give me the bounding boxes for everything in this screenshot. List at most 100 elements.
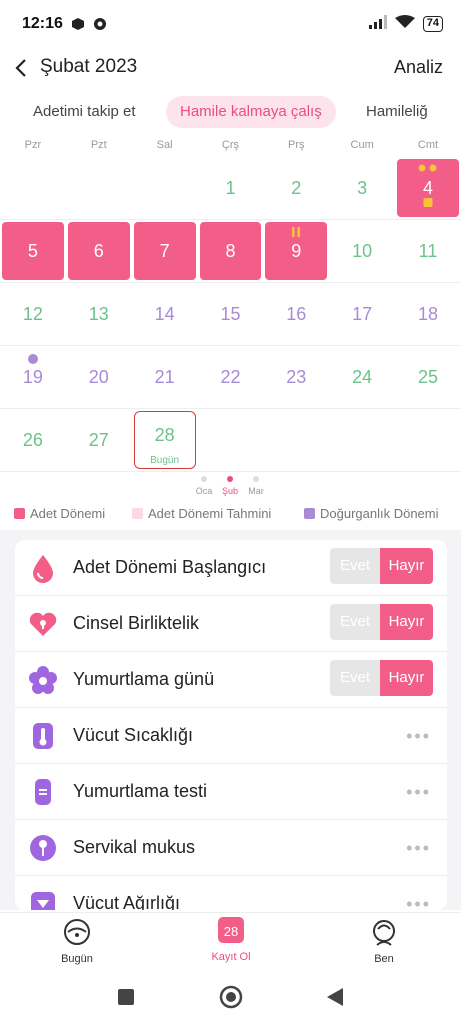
drop-icon <box>27 552 59 584</box>
calendar-day[interactable]: 22 <box>198 346 264 409</box>
no-button[interactable]: Hayır <box>380 604 433 640</box>
more-options-icon[interactable]: ••• <box>406 838 431 859</box>
weekday-label: Cmt <box>417 139 439 151</box>
signal-icon <box>368 14 387 34</box>
pause-marker-icon <box>292 227 301 240</box>
calendar-day[interactable]: 1 <box>198 157 264 220</box>
month-pager: Oca Şub Mar <box>0 472 461 502</box>
record-row[interactable]: Servikal mukus ••• <box>15 820 447 876</box>
calendar-day-ovulation[interactable]: 19 <box>0 346 66 409</box>
weekday-label: Pzr <box>24 139 42 151</box>
calendar-day[interactable]: 16 <box>263 283 329 346</box>
calendar-day-period[interactable]: 9 <box>263 220 329 283</box>
bottom-navigation: Bugün 28 Kayıt Ol Ben <box>0 912 461 972</box>
more-options-icon[interactable]: ••• <box>406 894 431 910</box>
calendar-28-icon: 28 <box>218 917 244 943</box>
calendar-day[interactable]: 10 <box>329 220 395 283</box>
calendar-day[interactable]: 17 <box>329 283 395 346</box>
note-icon <box>423 191 433 212</box>
nav-record[interactable]: 28 Kayıt Ol <box>186 917 276 963</box>
test-strip-icon <box>27 776 59 808</box>
calendar-legend: Adet Dönemi Adet Dönemi Tahmini Doğurgan… <box>0 506 461 528</box>
scale-icon <box>27 888 59 910</box>
calendar-day[interactable]: 2 <box>263 157 329 220</box>
calendar-day-period[interactable]: 5 <box>0 220 66 283</box>
calendar-day[interactable]: 23 <box>263 346 329 409</box>
yes-button[interactable]: Evet <box>330 660 380 696</box>
ovulation-flower-icon <box>27 353 39 368</box>
record-row[interactable]: Vücut Ağırlığı ••• <box>15 876 447 910</box>
back-icon[interactable] <box>325 986 345 1013</box>
status-time: 12:16 <box>22 15 63 32</box>
recents-icon[interactable] <box>117 988 135 1011</box>
record-label: Adet Dönemi Başlangıcı <box>73 557 267 577</box>
analysis-button[interactable]: Analiz <box>394 57 443 78</box>
calendar-day[interactable]: 15 <box>198 283 264 346</box>
flower-icon <box>27 664 59 696</box>
calendar-day[interactable]: 14 <box>132 283 198 346</box>
record-label: Servikal mukus <box>73 837 196 857</box>
pager-dot[interactable] <box>253 476 259 482</box>
cube-icon <box>71 17 85 31</box>
calendar-week: 12 13 14 15 16 17 18 <box>0 283 461 346</box>
weekday-header: Pzr Pzt Sal Çrş Prş Cum Cmt <box>0 139 461 155</box>
app-notification-icon <box>93 17 107 31</box>
calendar-week: 19 20 21 22 23 24 25 <box>0 346 461 409</box>
yes-button[interactable]: Evet <box>330 548 380 584</box>
calendar-day[interactable]: 21 <box>132 346 198 409</box>
daily-records-card: Adet Dönemi Başlangıcı Evet Hayır Cinsel… <box>15 540 447 910</box>
calendar-day[interactable]: 26 <box>0 409 66 472</box>
calendar-day-period[interactable]: 6 <box>66 220 132 283</box>
calendar-day[interactable]: 18 <box>395 283 461 346</box>
tab-try-to-conceive[interactable]: Hamile kalmaya çalış <box>166 96 336 128</box>
system-navigation <box>0 972 461 1024</box>
calendar-day[interactable]: 20 <box>66 346 132 409</box>
back-arrow-icon[interactable] <box>8 54 36 82</box>
yes-button[interactable]: Evet <box>330 604 380 640</box>
today-icon <box>62 917 92 947</box>
calendar-day[interactable]: 27 <box>66 409 132 472</box>
record-row[interactable]: Vücut Sıcaklığı ••• <box>15 708 447 764</box>
calendar-day-today[interactable]: 28 Bugün <box>132 409 198 472</box>
calendar-week: 5 6 7 8 9 10 11 <box>0 220 461 283</box>
calendar-day-period[interactable]: 4 <box>395 157 461 220</box>
no-button[interactable]: Hayır <box>380 548 433 584</box>
calendar-day[interactable]: 13 <box>66 283 132 346</box>
record-row[interactable]: Yumurtlama testi ••• <box>15 764 447 820</box>
legend-item: Adet Dönemi <box>14 506 105 521</box>
tab-pregnancy[interactable]: Hamileliğ <box>366 96 428 128</box>
more-options-icon[interactable]: ••• <box>406 726 431 747</box>
pager-dot[interactable] <box>201 476 207 482</box>
calendar-day[interactable]: 12 <box>0 283 66 346</box>
calendar-grid: 1 2 3 4 5 6 7 8 9 10 11 12 13 14 15 16 1… <box>0 157 461 472</box>
legend-item: Adet Dönemi Tahmini <box>132 506 271 521</box>
calendar-week: 1 2 3 4 <box>0 157 461 220</box>
yes-no-toggle: Evet Hayır <box>330 660 433 696</box>
no-button[interactable]: Hayır <box>380 660 433 696</box>
mode-tabs: Adetimi takip et Hamile kalmaya çalış Ha… <box>0 96 461 130</box>
calendar-day[interactable]: 25 <box>395 346 461 409</box>
calendar-day[interactable]: 24 <box>329 346 395 409</box>
nav-profile[interactable]: Ben <box>339 917 429 965</box>
record-label: Vücut Ağırlığı <box>73 893 181 910</box>
today-label: Bugün <box>150 455 180 466</box>
battery-indicator: 74 <box>422 16 443 32</box>
more-options-icon[interactable]: ••• <box>406 782 431 803</box>
record-label: Cinsel Birliktelik <box>73 613 200 633</box>
calendar-day-period[interactable]: 7 <box>132 220 198 283</box>
thermometer-icon <box>27 720 59 752</box>
record-label: Yumurtlama günü <box>73 669 215 689</box>
profile-icon <box>369 917 399 947</box>
record-row: Cinsel Birliktelik Evet Hayır <box>15 596 447 652</box>
pager-dot-active[interactable] <box>227 476 233 482</box>
record-label: Vücut Sıcaklığı <box>73 725 194 745</box>
home-icon[interactable] <box>219 985 243 1014</box>
calendar-day[interactable]: 3 <box>329 157 395 220</box>
tab-track-period[interactable]: Adetimi takip et <box>33 96 136 128</box>
intimacy-marker-icon <box>417 164 439 175</box>
calendar-day-period[interactable]: 8 <box>198 220 264 283</box>
top-bar: Şubat 2023 Analiz <box>0 48 461 88</box>
calendar-day[interactable]: 11 <box>395 220 461 283</box>
wifi-icon <box>394 14 415 34</box>
nav-today[interactable]: Bugün <box>32 917 122 965</box>
